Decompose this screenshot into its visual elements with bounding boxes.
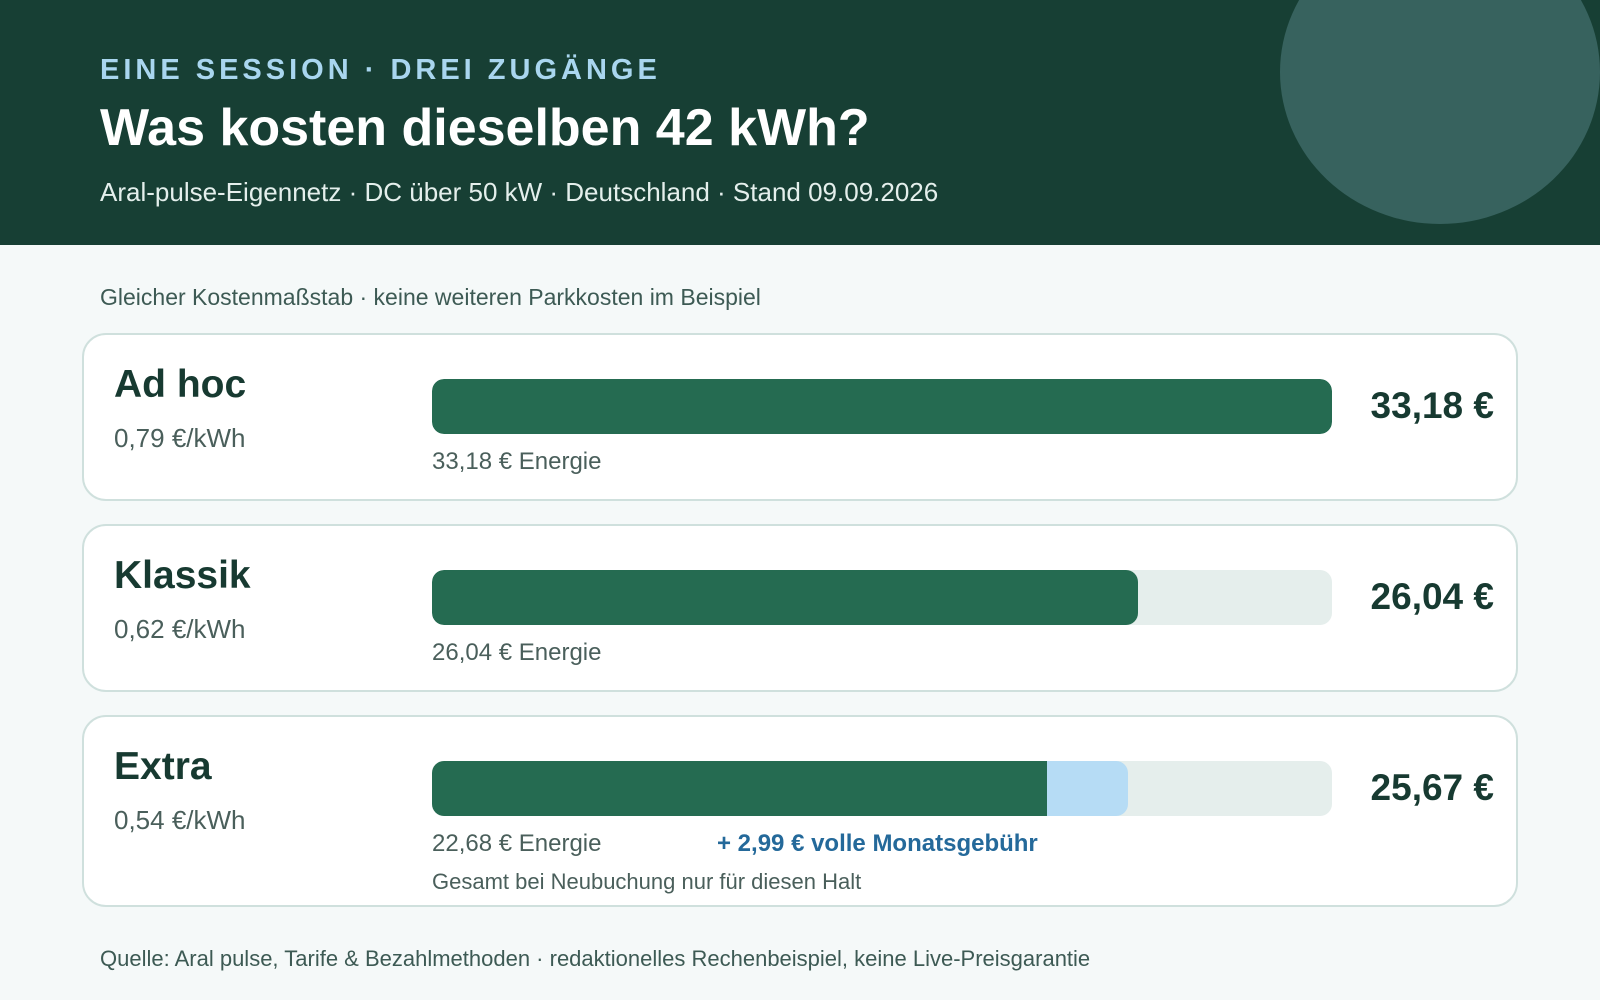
tariff-card-adhoc: Ad hoc 0,79 €/kWh 33,18 € Energie 33,18 … [82, 333, 1518, 501]
tariff-name: Klassik [114, 554, 251, 597]
tariff-rate: 0,79 €/kWh [114, 423, 246, 453]
fee-note: Gesamt bei Neubuchung nur für diesen Hal… [432, 869, 862, 894]
intro-note: Gleicher Kostenmaßstab · keine weiteren … [100, 284, 761, 310]
energy-bar [432, 379, 1332, 434]
total-cost: 26,04 € [1370, 576, 1494, 617]
energy-label: 33,18 € Energie [432, 448, 602, 475]
cost-bar-track [432, 379, 1332, 434]
tariff-rate: 0,54 €/kWh [114, 805, 246, 835]
source-note: Quelle: Aral pulse, Tarife & Bezahlmetho… [100, 946, 1091, 971]
decorative-circle [1280, 0, 1600, 224]
tariff-name: Extra [114, 745, 212, 788]
eyebrow: EINE SESSION · DREI ZUGÄNGE [100, 54, 661, 86]
tariff-name: Ad hoc [114, 363, 247, 406]
total-cost: 25,67 € [1370, 767, 1494, 808]
energy-bar [432, 761, 1048, 816]
energy-label: 22,68 € Energie [432, 830, 602, 857]
page-subtitle: Aral-pulse-Eigennetz · DC über 50 kW · D… [100, 177, 939, 207]
total-cost: 33,18 € [1370, 385, 1494, 426]
tariff-rate: 0,62 €/kWh [114, 614, 246, 644]
header: EINE SESSION · DREI ZUGÄNGE Was kosten d… [0, 0, 1600, 245]
fee-bar [1047, 761, 1129, 816]
tariff-card-klassik: Klassik 0,62 €/kWh 26,04 € Energie 26,04… [82, 524, 1518, 692]
tariff-card-extra: Extra 0,54 €/kWh 22,68 € Energie + 2,99 … [82, 715, 1518, 907]
fee-label: + 2,99 € volle Monatsgebühr [717, 830, 1038, 857]
energy-label: 26,04 € Energie [432, 639, 602, 666]
energy-bar [432, 570, 1139, 625]
cost-bar-track [432, 570, 1332, 625]
page-title: Was kosten dieselben 42 kWh? [100, 99, 870, 157]
cost-bar-track [432, 761, 1332, 816]
